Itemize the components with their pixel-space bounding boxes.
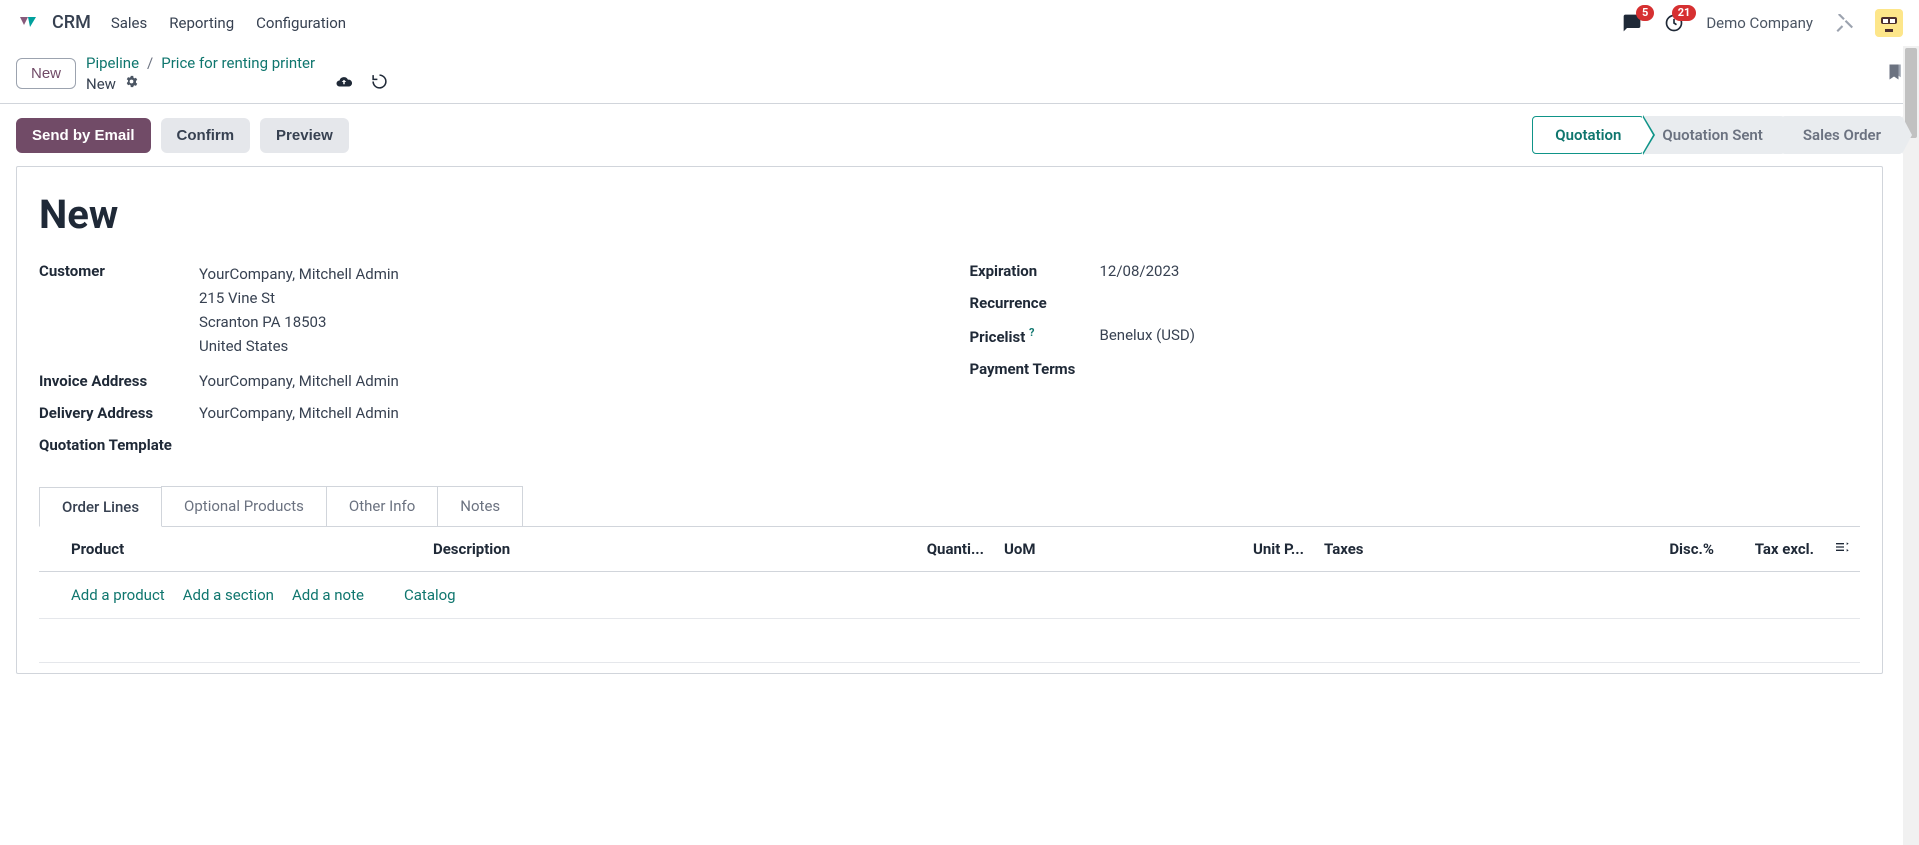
scrollbar[interactable] bbox=[1903, 46, 1919, 845]
stage-quotation-sent[interactable]: Quotation Sent bbox=[1640, 116, 1784, 154]
col-uom[interactable]: UoM bbox=[994, 527, 1224, 572]
label-expiration: Expiration bbox=[970, 262, 1100, 280]
stage-quotation[interactable]: Quotation bbox=[1532, 116, 1644, 154]
breadcrumb-separator: / bbox=[147, 54, 153, 72]
tab-optional-products[interactable]: Optional Products bbox=[161, 486, 327, 526]
breadcrumb-opportunity[interactable]: Price for renting printer bbox=[161, 54, 315, 72]
label-payment-terms: Payment Terms bbox=[970, 360, 1100, 378]
customer-street: 215 Vine St bbox=[199, 286, 399, 310]
new-button[interactable]: New bbox=[16, 58, 76, 89]
order-lines-table: Product Description Quanti... UoM Unit P… bbox=[39, 527, 1860, 663]
tab-order-lines[interactable]: Order Lines bbox=[39, 487, 162, 527]
table-actions-row: Add a product Add a section Add a note C… bbox=[39, 572, 1860, 619]
document-title: New bbox=[39, 191, 1860, 238]
control-row: New Pipeline / Price for renting printer… bbox=[0, 46, 1919, 103]
field-delivery-address[interactable]: YourCompany, Mitchell Admin bbox=[199, 404, 399, 422]
gear-icon[interactable] bbox=[124, 74, 139, 93]
user-avatar[interactable] bbox=[1875, 9, 1903, 37]
nav-link-sales[interactable]: Sales bbox=[111, 14, 147, 32]
tabs: Order Lines Optional Products Other Info… bbox=[39, 486, 1860, 526]
field-expiration[interactable]: 12/08/2023 bbox=[1100, 262, 1180, 280]
col-description[interactable]: Description bbox=[423, 527, 904, 572]
label-customer: Customer bbox=[39, 262, 199, 280]
app-name[interactable]: CRM bbox=[52, 12, 91, 33]
help-icon[interactable]: ? bbox=[1029, 326, 1034, 339]
breadcrumb-pipeline[interactable]: Pipeline bbox=[86, 54, 139, 72]
add-section-link[interactable]: Add a section bbox=[183, 586, 274, 604]
discard-icon[interactable] bbox=[371, 73, 388, 94]
activities-badge: 21 bbox=[1672, 5, 1697, 21]
label-quotation-template: Quotation Template bbox=[39, 436, 199, 454]
cloud-upload-icon[interactable] bbox=[335, 73, 353, 95]
add-note-link[interactable]: Add a note bbox=[292, 586, 364, 604]
col-tax-excl[interactable]: Tax excl. bbox=[1724, 527, 1824, 572]
messages-badge: 5 bbox=[1636, 5, 1654, 21]
breadcrumb-current: New bbox=[86, 75, 116, 93]
messages-icon[interactable]: 5 bbox=[1622, 13, 1642, 33]
status-bar: Quotation Quotation Sent Sales Order bbox=[1536, 116, 1903, 154]
col-product[interactable]: Product bbox=[61, 527, 423, 572]
stage-sales-order[interactable]: Sales Order bbox=[1781, 116, 1903, 154]
table-empty-row[interactable] bbox=[39, 619, 1860, 663]
col-quantity[interactable]: Quanti... bbox=[904, 527, 994, 572]
catalog-link[interactable]: Catalog bbox=[404, 586, 456, 604]
customer-city: Scranton PA 18503 bbox=[199, 310, 399, 334]
breadcrumb: Pipeline / Price for renting printer bbox=[86, 54, 315, 72]
action-bar: Send by Email Confirm Preview Quotation … bbox=[0, 104, 1919, 166]
tools-icon[interactable] bbox=[1835, 14, 1853, 32]
field-invoice-address[interactable]: YourCompany, Mitchell Admin bbox=[199, 372, 399, 390]
label-invoice-address: Invoice Address bbox=[39, 372, 199, 390]
send-by-email-button[interactable]: Send by Email bbox=[16, 118, 151, 153]
confirm-button[interactable]: Confirm bbox=[161, 118, 251, 153]
tab-other-info[interactable]: Other Info bbox=[326, 486, 438, 526]
form-sheet: New Customer YourCompany, Mitchell Admin… bbox=[16, 166, 1883, 674]
label-pricelist: Pricelist ? bbox=[970, 326, 1100, 346]
col-taxes[interactable]: Taxes bbox=[1314, 527, 1634, 572]
field-customer[interactable]: YourCompany, Mitchell Admin 215 Vine St … bbox=[199, 262, 399, 358]
activities-icon[interactable]: 21 bbox=[1664, 13, 1684, 33]
app-logo-icon[interactable] bbox=[16, 11, 40, 35]
customer-name: YourCompany, Mitchell Admin bbox=[199, 262, 399, 286]
top-nav: CRM Sales Reporting Configuration 5 21 D… bbox=[0, 0, 1919, 46]
col-unit-price[interactable]: Unit P... bbox=[1224, 527, 1314, 572]
add-product-link[interactable]: Add a product bbox=[71, 586, 165, 604]
nav-links: Sales Reporting Configuration bbox=[111, 14, 346, 32]
col-disc[interactable]: Disc.% bbox=[1634, 527, 1724, 572]
label-recurrence: Recurrence bbox=[970, 294, 1100, 312]
tab-notes[interactable]: Notes bbox=[437, 486, 523, 526]
preview-button[interactable]: Preview bbox=[260, 118, 349, 153]
label-delivery-address: Delivery Address bbox=[39, 404, 199, 422]
nav-link-reporting[interactable]: Reporting bbox=[169, 14, 234, 32]
company-switcher[interactable]: Demo Company bbox=[1706, 14, 1813, 32]
bookmark-icon[interactable] bbox=[1885, 61, 1903, 87]
customer-country: United States bbox=[199, 334, 399, 358]
nav-link-configuration[interactable]: Configuration bbox=[256, 14, 346, 32]
field-pricelist[interactable]: Benelux (USD) bbox=[1100, 326, 1195, 344]
col-settings-icon[interactable] bbox=[1824, 527, 1860, 572]
